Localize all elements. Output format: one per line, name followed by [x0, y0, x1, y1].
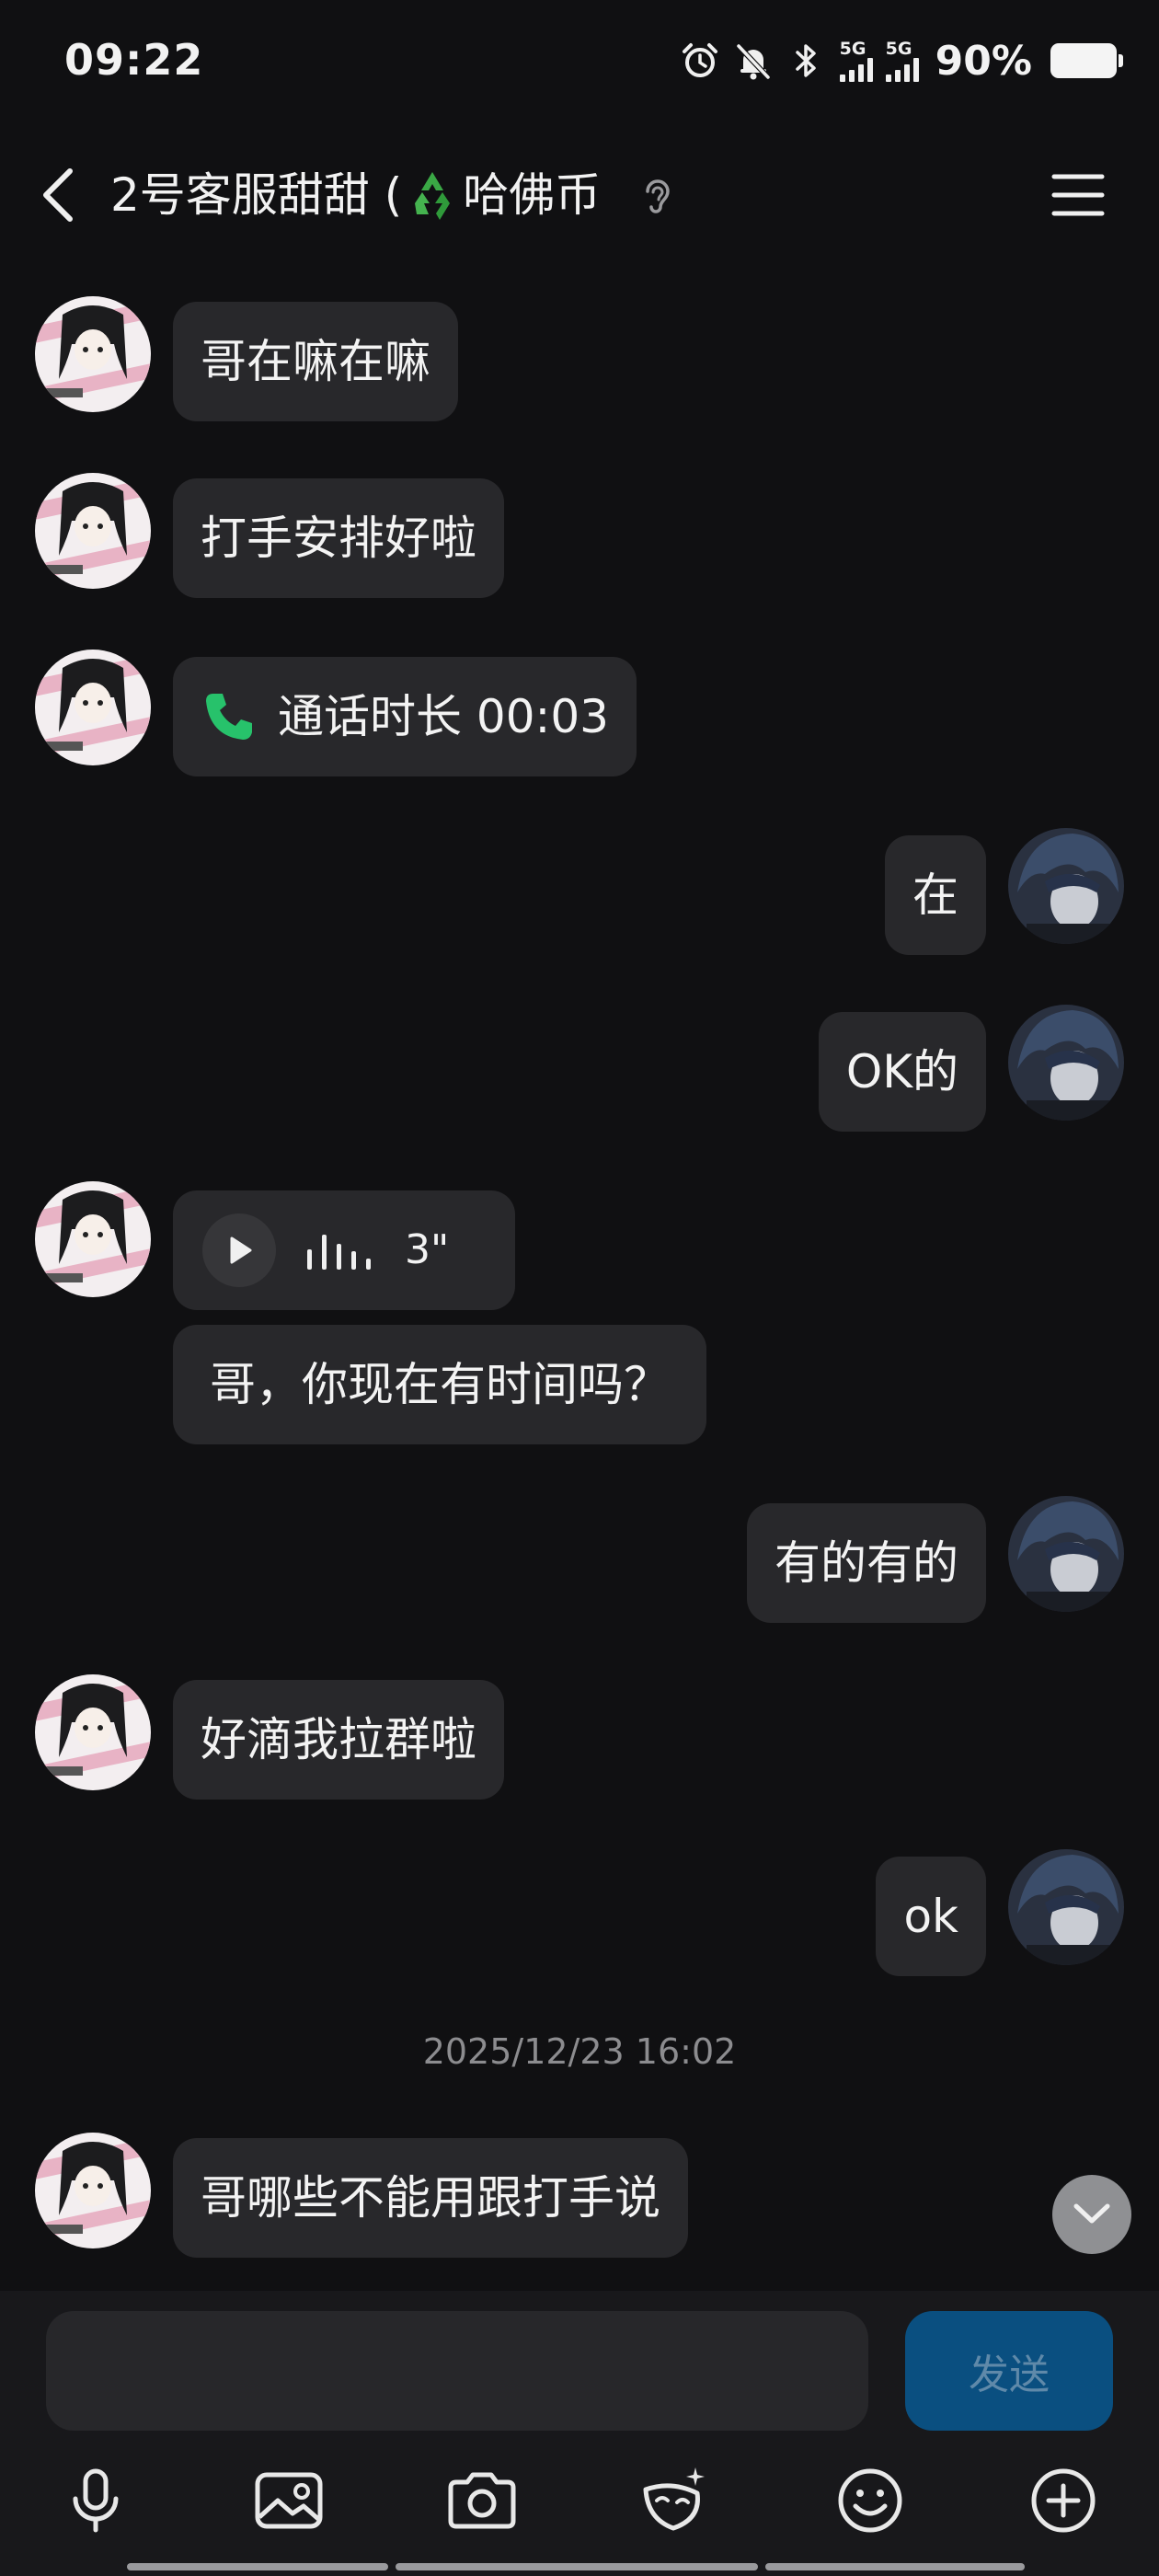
- signal-icon: 5G: [839, 38, 873, 82]
- avatar-image: [35, 2133, 151, 2248]
- avatar-image: [35, 1181, 151, 1297]
- recycle-icon: [415, 172, 451, 220]
- bluetooth-icon: [795, 44, 816, 77]
- message-text: 哥在嘛在嘛: [201, 335, 430, 388]
- message-bubble[interactable]: 哥，你现在有时间吗？: [173, 1325, 706, 1444]
- message-text: 哥，你现在有时间吗？: [210, 1358, 670, 1411]
- signal-icon: 5G: [885, 38, 919, 82]
- message-text: ok: [903, 1890, 958, 1943]
- avatar-self[interactable]: [1008, 1005, 1124, 1121]
- chat-title-prefix: 2号客服甜甜 (: [110, 168, 403, 222]
- chat-title[interactable]: 2号客服甜甜 ( 哈佛币: [110, 162, 601, 228]
- ear-icon[interactable]: [637, 175, 677, 217]
- avatar-support[interactable]: [35, 1181, 151, 1297]
- message-bubble[interactable]: 好滴我拉群啦: [173, 1680, 504, 1800]
- message-bubble[interactable]: 哥哪些不能用跟打手说: [173, 2138, 688, 2258]
- message-text: 有的有的: [775, 1536, 958, 1590]
- message-text: 哥哪些不能用跟打手说: [201, 2171, 660, 2225]
- voice-duration: 3": [405, 1226, 450, 1273]
- message-bubble[interactable]: ok: [876, 1857, 986, 1976]
- message-text: OK的: [845, 1045, 958, 1098]
- message-input[interactable]: [46, 2311, 868, 2431]
- scroll-down-button[interactable]: [1052, 2175, 1131, 2254]
- battery-percent: 90%: [935, 37, 1032, 85]
- call-duration-text: 通话时长 00:03: [278, 690, 609, 743]
- play-icon: [230, 1236, 252, 1264]
- send-button[interactable]: 发送: [905, 2311, 1113, 2431]
- call-record-bubble[interactable]: 通话时长 00:03: [173, 657, 637, 776]
- menu-icon[interactable]: [1050, 169, 1106, 221]
- message-bubble[interactable]: 哥在嘛在嘛: [173, 302, 458, 421]
- network-label-1: 5G: [839, 38, 866, 59]
- avatar-self[interactable]: [1008, 1496, 1124, 1612]
- message-bubble[interactable]: 在: [885, 835, 986, 955]
- avatar-support[interactable]: [35, 650, 151, 765]
- avatar-image: [1008, 1849, 1124, 1965]
- avatar-image: [35, 296, 151, 412]
- message-bubble[interactable]: 打手安排好啦: [173, 478, 504, 598]
- back-icon[interactable]: [37, 162, 83, 228]
- message-bubble[interactable]: OK的: [818, 1012, 986, 1132]
- gesture-bar: [127, 2563, 1032, 2570]
- battery-icon: [1050, 43, 1123, 78]
- play-button[interactable]: [202, 1213, 276, 1287]
- avatar-image: [35, 650, 151, 765]
- avatar-support[interactable]: [35, 1674, 151, 1790]
- avatar-self[interactable]: [1008, 1849, 1124, 1965]
- message-timestamp: 2025/12/23 16:02: [422, 2031, 737, 2072]
- message-text: 在: [912, 868, 958, 922]
- network-label-2: 5G: [885, 38, 912, 59]
- avatar-image: [35, 1674, 151, 1790]
- microphone-icon[interactable]: [57, 2462, 134, 2539]
- alarm-icon: [682, 43, 717, 77]
- avatar-support[interactable]: [35, 473, 151, 589]
- chat-title-suffix: 哈佛币: [463, 168, 602, 222]
- status-time: 09:22: [64, 35, 204, 85]
- avatar-image: [1008, 828, 1124, 944]
- image-icon[interactable]: [250, 2462, 327, 2539]
- plus-icon[interactable]: [1025, 2462, 1102, 2539]
- phone-icon: [206, 694, 252, 740]
- avatar-self[interactable]: [1008, 828, 1124, 944]
- avatar-image: [1008, 1005, 1124, 1121]
- avatar-image: [1008, 1496, 1124, 1612]
- avatar-support[interactable]: [35, 2133, 151, 2248]
- waveform-icon: [307, 1235, 371, 1270]
- emoji-icon[interactable]: [832, 2462, 909, 2539]
- voice-message-bubble[interactable]: 3": [173, 1190, 515, 1310]
- sticker-icon[interactable]: [635, 2462, 712, 2539]
- message-text: 打手安排好啦: [201, 512, 476, 565]
- camera-icon[interactable]: [443, 2462, 521, 2539]
- message-bubble[interactable]: 有的有的: [747, 1503, 986, 1623]
- message-text: 好滴我拉群啦: [201, 1713, 476, 1766]
- status-icons: 5G 5G 90%: [680, 33, 1123, 88]
- avatar-support[interactable]: [35, 296, 151, 412]
- avatar-image: [35, 473, 151, 589]
- mute-bell-icon: [736, 43, 770, 80]
- chevron-down-icon: [1073, 2203, 1110, 2224]
